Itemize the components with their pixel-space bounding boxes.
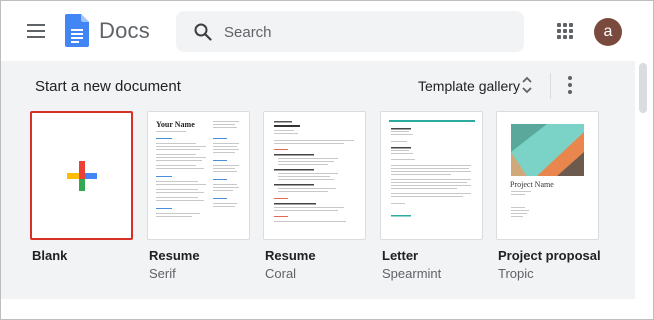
template-card-resume-coral[interactable] (263, 111, 366, 240)
template-label: Resume (149, 248, 200, 263)
template-gallery-button[interactable]: Template gallery (418, 78, 520, 94)
template-label: Project proposal (498, 248, 601, 263)
template-card-letter-spearmint[interactable] (380, 111, 483, 240)
template-sublabel: Serif (149, 266, 176, 281)
vertical-scrollbar[interactable] (636, 61, 650, 299)
project-proposal-tropic-thumbnail (511, 124, 584, 217)
unfold-icon[interactable] (521, 75, 533, 95)
main-menu-icon[interactable] (27, 24, 45, 38)
app-name[interactable]: Docs (99, 18, 150, 44)
template-label: Letter (382, 248, 419, 263)
resume-serif-thumbnail (156, 121, 239, 217)
search-icon[interactable] (194, 23, 212, 41)
docs-logo-icon[interactable] (65, 14, 89, 47)
template-sublabel: Spearmint (382, 266, 442, 281)
plus-icon (67, 161, 97, 191)
scrollbar-thumb[interactable] (639, 63, 647, 113)
template-card-blank[interactable] (30, 111, 133, 240)
resume-coral-thumbnail (274, 121, 354, 222)
template-sublabel: Tropic (498, 266, 534, 281)
account-avatar[interactable]: a (594, 18, 622, 46)
app-header: Docs a (1, 1, 651, 61)
section-title: Start a new document (35, 78, 181, 95)
letter-spearmint-thumbnail (389, 120, 475, 217)
google-apps-icon[interactable] (557, 23, 573, 39)
recent-documents-area (1, 299, 651, 319)
divider (550, 73, 551, 99)
template-card-project-proposal-tropic[interactable]: Project Name (496, 111, 599, 240)
template-label: Blank (32, 248, 68, 263)
search-bar[interactable] (176, 11, 524, 52)
search-input[interactable] (224, 22, 504, 42)
thumbnail-heading: Project Name (510, 180, 554, 189)
template-section: Start a new document Template gallery Bl… (1, 61, 635, 299)
more-options-icon[interactable] (568, 76, 572, 94)
template-label: Resume (265, 248, 316, 263)
template-card-resume-serif[interactable]: Your Name (147, 111, 250, 240)
template-sublabel: Coral (265, 266, 297, 281)
